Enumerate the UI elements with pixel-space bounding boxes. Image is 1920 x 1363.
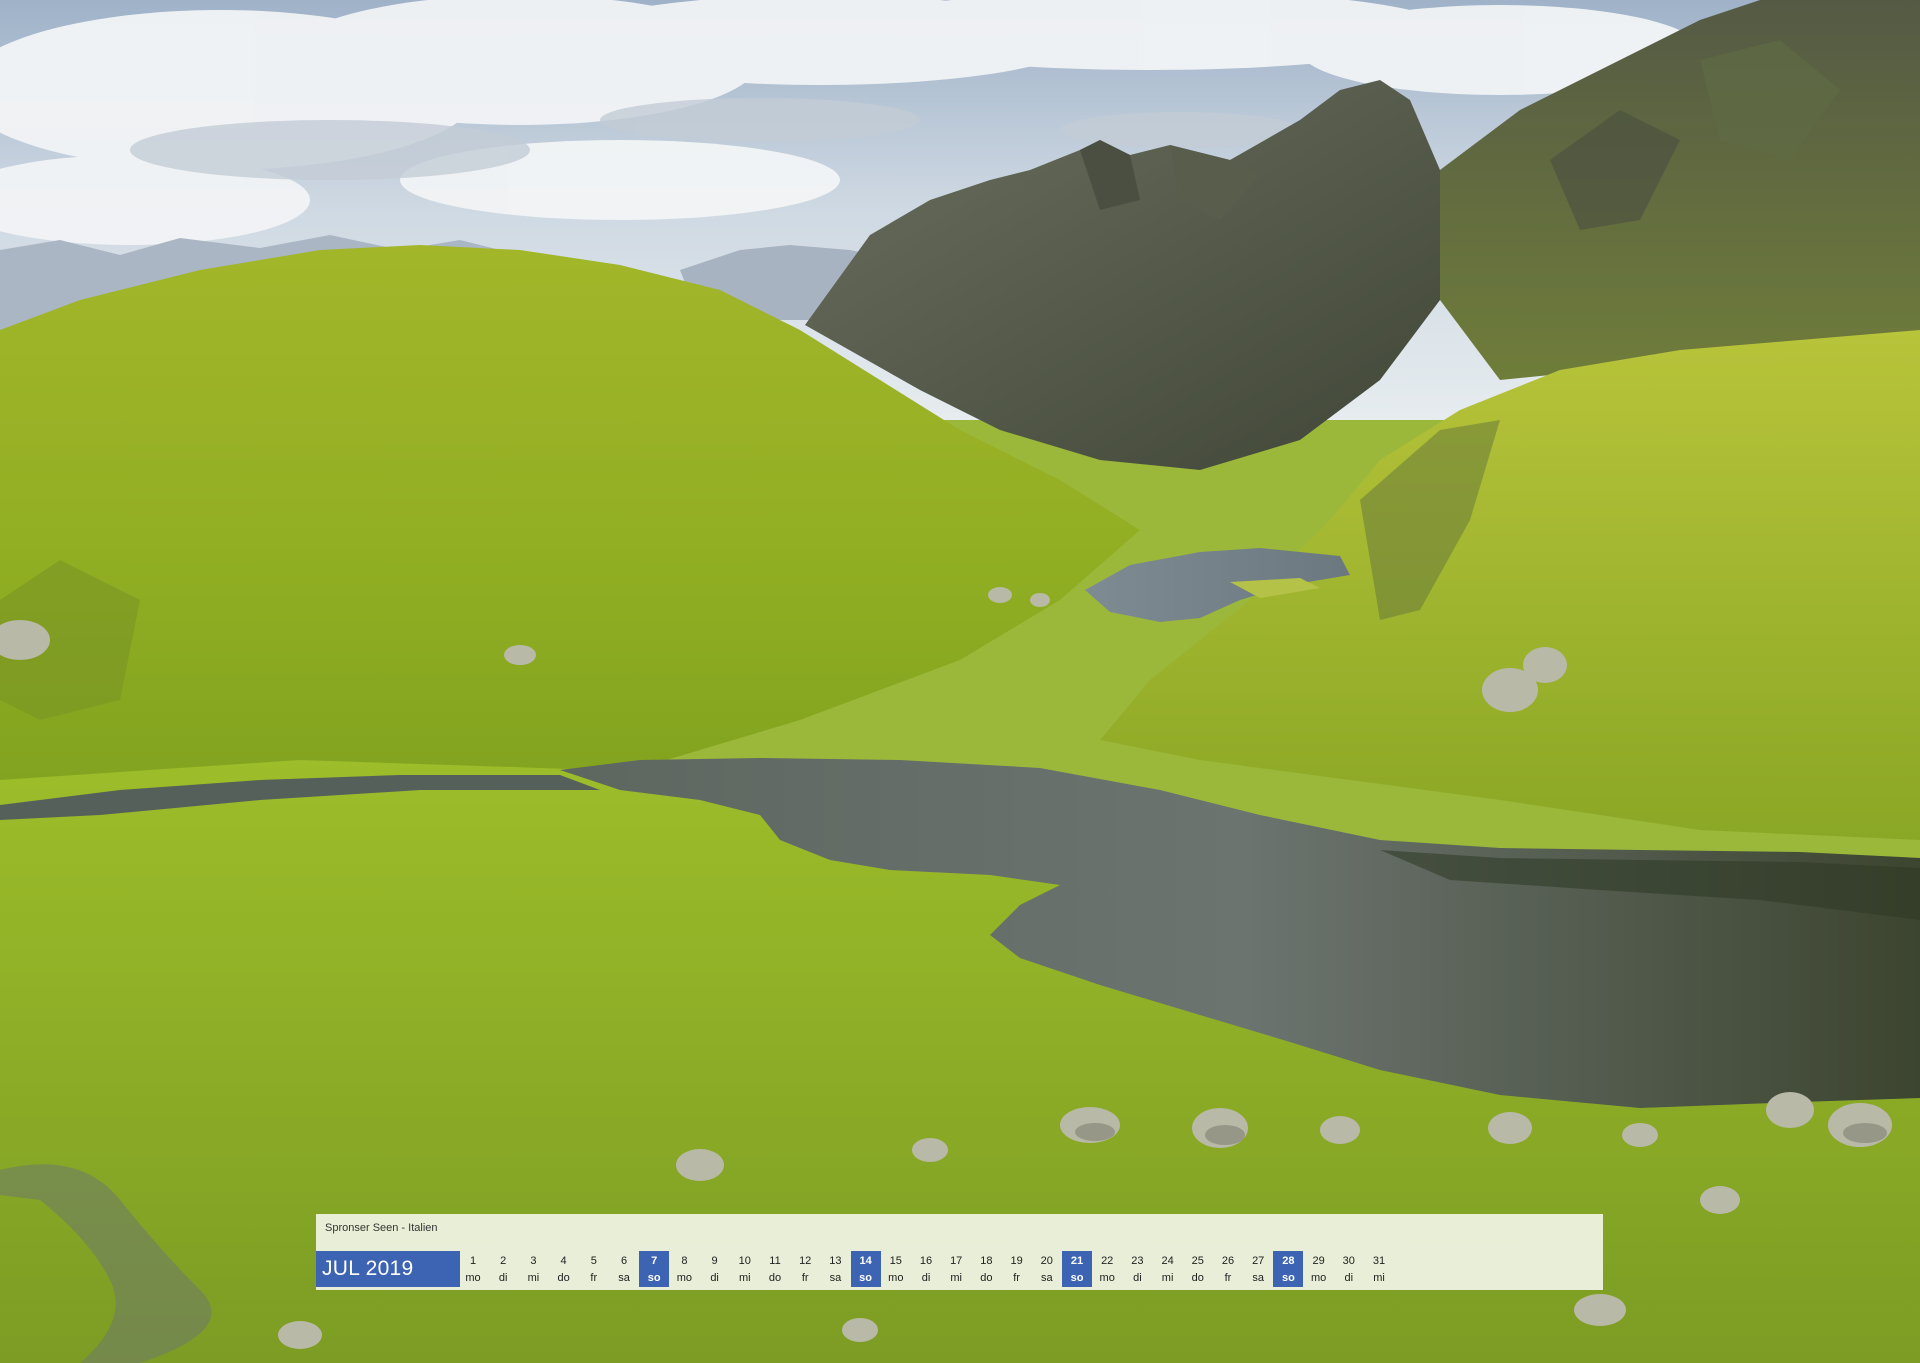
day-number: 1 — [469, 1255, 477, 1267]
day-cell: 5 fr — [579, 1251, 609, 1287]
day-cell: 31 mi — [1364, 1251, 1394, 1287]
day-cell: 3 mi — [518, 1251, 548, 1287]
day-number: 9 — [711, 1255, 718, 1267]
weekday-label: di — [1133, 1272, 1142, 1284]
day-number: 10 — [738, 1255, 751, 1267]
weekday-label: di — [1344, 1272, 1354, 1284]
day-number: 3 — [530, 1255, 537, 1267]
weekday-label: sa — [1040, 1272, 1053, 1284]
day-number: 4 — [560, 1255, 567, 1267]
day-cell: 12 fr — [790, 1251, 820, 1287]
day-number: 28 — [1282, 1255, 1295, 1267]
day-cell: 7 so — [639, 1251, 670, 1287]
weekday-label: di — [710, 1272, 719, 1284]
day-number: 14 — [859, 1255, 872, 1267]
day-number: 25 — [1191, 1255, 1204, 1267]
weekday-label: mi — [1161, 1272, 1174, 1284]
day-cell: 22 mo — [1092, 1251, 1122, 1287]
weekday-label: sa — [829, 1272, 842, 1284]
day-number: 26 — [1221, 1255, 1235, 1267]
weekday-label: mo — [676, 1272, 693, 1284]
day-number: 21 — [1070, 1255, 1084, 1267]
weekday-label: so — [1281, 1272, 1295, 1284]
day-number: 11 — [769, 1255, 781, 1267]
day-cell: 10 mi — [730, 1251, 760, 1287]
weekday-label: mi — [950, 1272, 962, 1284]
day-cell: 24 mi — [1153, 1251, 1183, 1287]
day-number: 31 — [1372, 1255, 1386, 1267]
day-number: 30 — [1342, 1255, 1355, 1267]
day-number: 12 — [799, 1255, 812, 1267]
weekday-label: do — [557, 1272, 570, 1284]
weekday-label: fr — [590, 1272, 598, 1284]
weekday-label: mo — [1099, 1272, 1115, 1284]
day-number: 23 — [1131, 1255, 1144, 1267]
day-number: 24 — [1161, 1255, 1174, 1267]
photo-caption: Spronser Seen - Italien — [325, 1222, 438, 1234]
month-label: JUL 2019 — [316, 1251, 460, 1287]
weekday-label: fr — [1013, 1272, 1020, 1284]
weekday-label: fr — [1224, 1272, 1232, 1284]
calendar-strip: Spronser Seen - Italien JUL 2019 1 mo 2 di 3… — [316, 1214, 1603, 1290]
day-cell: 15 mo — [881, 1251, 911, 1287]
day-cell: 19 fr — [1002, 1251, 1032, 1287]
day-number: 27 — [1252, 1255, 1265, 1267]
day-number: 18 — [980, 1255, 993, 1267]
day-number: 15 — [889, 1255, 902, 1267]
weekday-label: sa — [618, 1272, 630, 1284]
day-cell: 2 di — [488, 1251, 518, 1287]
weekday-label: mo — [465, 1272, 481, 1284]
day-number: 16 — [919, 1255, 933, 1267]
weekday-label: mi — [1373, 1272, 1385, 1284]
weekday-label: do — [980, 1272, 993, 1284]
day-cell: 25 do — [1183, 1251, 1213, 1287]
day-cell: 9 di — [700, 1251, 730, 1287]
day-grid: 1 mo 2 di 3 mi 4 do 5 fr 6 sa 7 so 8 mo 9 di 10 mi 11 do 12 fr 1… — [461, 1251, 1603, 1287]
day-cell: 17 mi — [941, 1251, 971, 1287]
day-cell: 18 do — [971, 1251, 1001, 1287]
day-cell: 13 sa — [820, 1251, 850, 1287]
day-cell: 16 di — [911, 1251, 941, 1287]
day-cell: 26 fr — [1213, 1251, 1243, 1287]
day-cell: 1 mo — [458, 1251, 488, 1287]
day-number: 8 — [681, 1255, 688, 1267]
day-number: 5 — [590, 1255, 597, 1267]
weekday-label: mo — [1310, 1272, 1327, 1284]
weekday-label: sa — [1252, 1272, 1264, 1284]
day-cell: 20 sa — [1032, 1251, 1062, 1287]
day-cell: 23 di — [1122, 1251, 1152, 1287]
weekday-label: di — [921, 1272, 931, 1284]
weekday-label: so — [1070, 1272, 1084, 1284]
weekday-label: mi — [738, 1272, 751, 1284]
day-number: 7 — [651, 1255, 658, 1267]
weekday-label: fr — [801, 1272, 809, 1284]
day-cell: 21 so — [1062, 1251, 1092, 1287]
day-number: 13 — [829, 1255, 842, 1267]
day-cell: 27 sa — [1243, 1251, 1273, 1287]
day-cell: 11 do — [760, 1251, 790, 1287]
day-number: 29 — [1312, 1255, 1325, 1267]
day-cell: 6 sa — [609, 1251, 639, 1287]
alpine-lake-landscape-photo — [0, 0, 1920, 1363]
day-cell: 28 so — [1273, 1251, 1304, 1287]
day-cell: 30 di — [1334, 1251, 1364, 1287]
weekday-label: mi — [527, 1272, 540, 1284]
weekday-label: so — [647, 1272, 661, 1284]
weekday-label: di — [498, 1272, 508, 1284]
weekday-label: so — [859, 1272, 873, 1284]
day-cell: 8 mo — [669, 1251, 699, 1287]
weekday-label: do — [1191, 1272, 1204, 1284]
weekday-label: mo — [888, 1272, 904, 1284]
day-cell: 29 mo — [1304, 1251, 1334, 1287]
weekday-label: do — [768, 1272, 782, 1284]
day-number: 20 — [1040, 1255, 1053, 1267]
day-number: 17 — [950, 1255, 963, 1267]
day-number: 22 — [1101, 1255, 1114, 1267]
day-number: 19 — [1010, 1255, 1023, 1267]
day-number: 6 — [620, 1255, 628, 1267]
day-cell: 14 so — [850, 1251, 881, 1287]
day-cell: 4 do — [549, 1251, 579, 1287]
day-number: 2 — [500, 1255, 507, 1267]
